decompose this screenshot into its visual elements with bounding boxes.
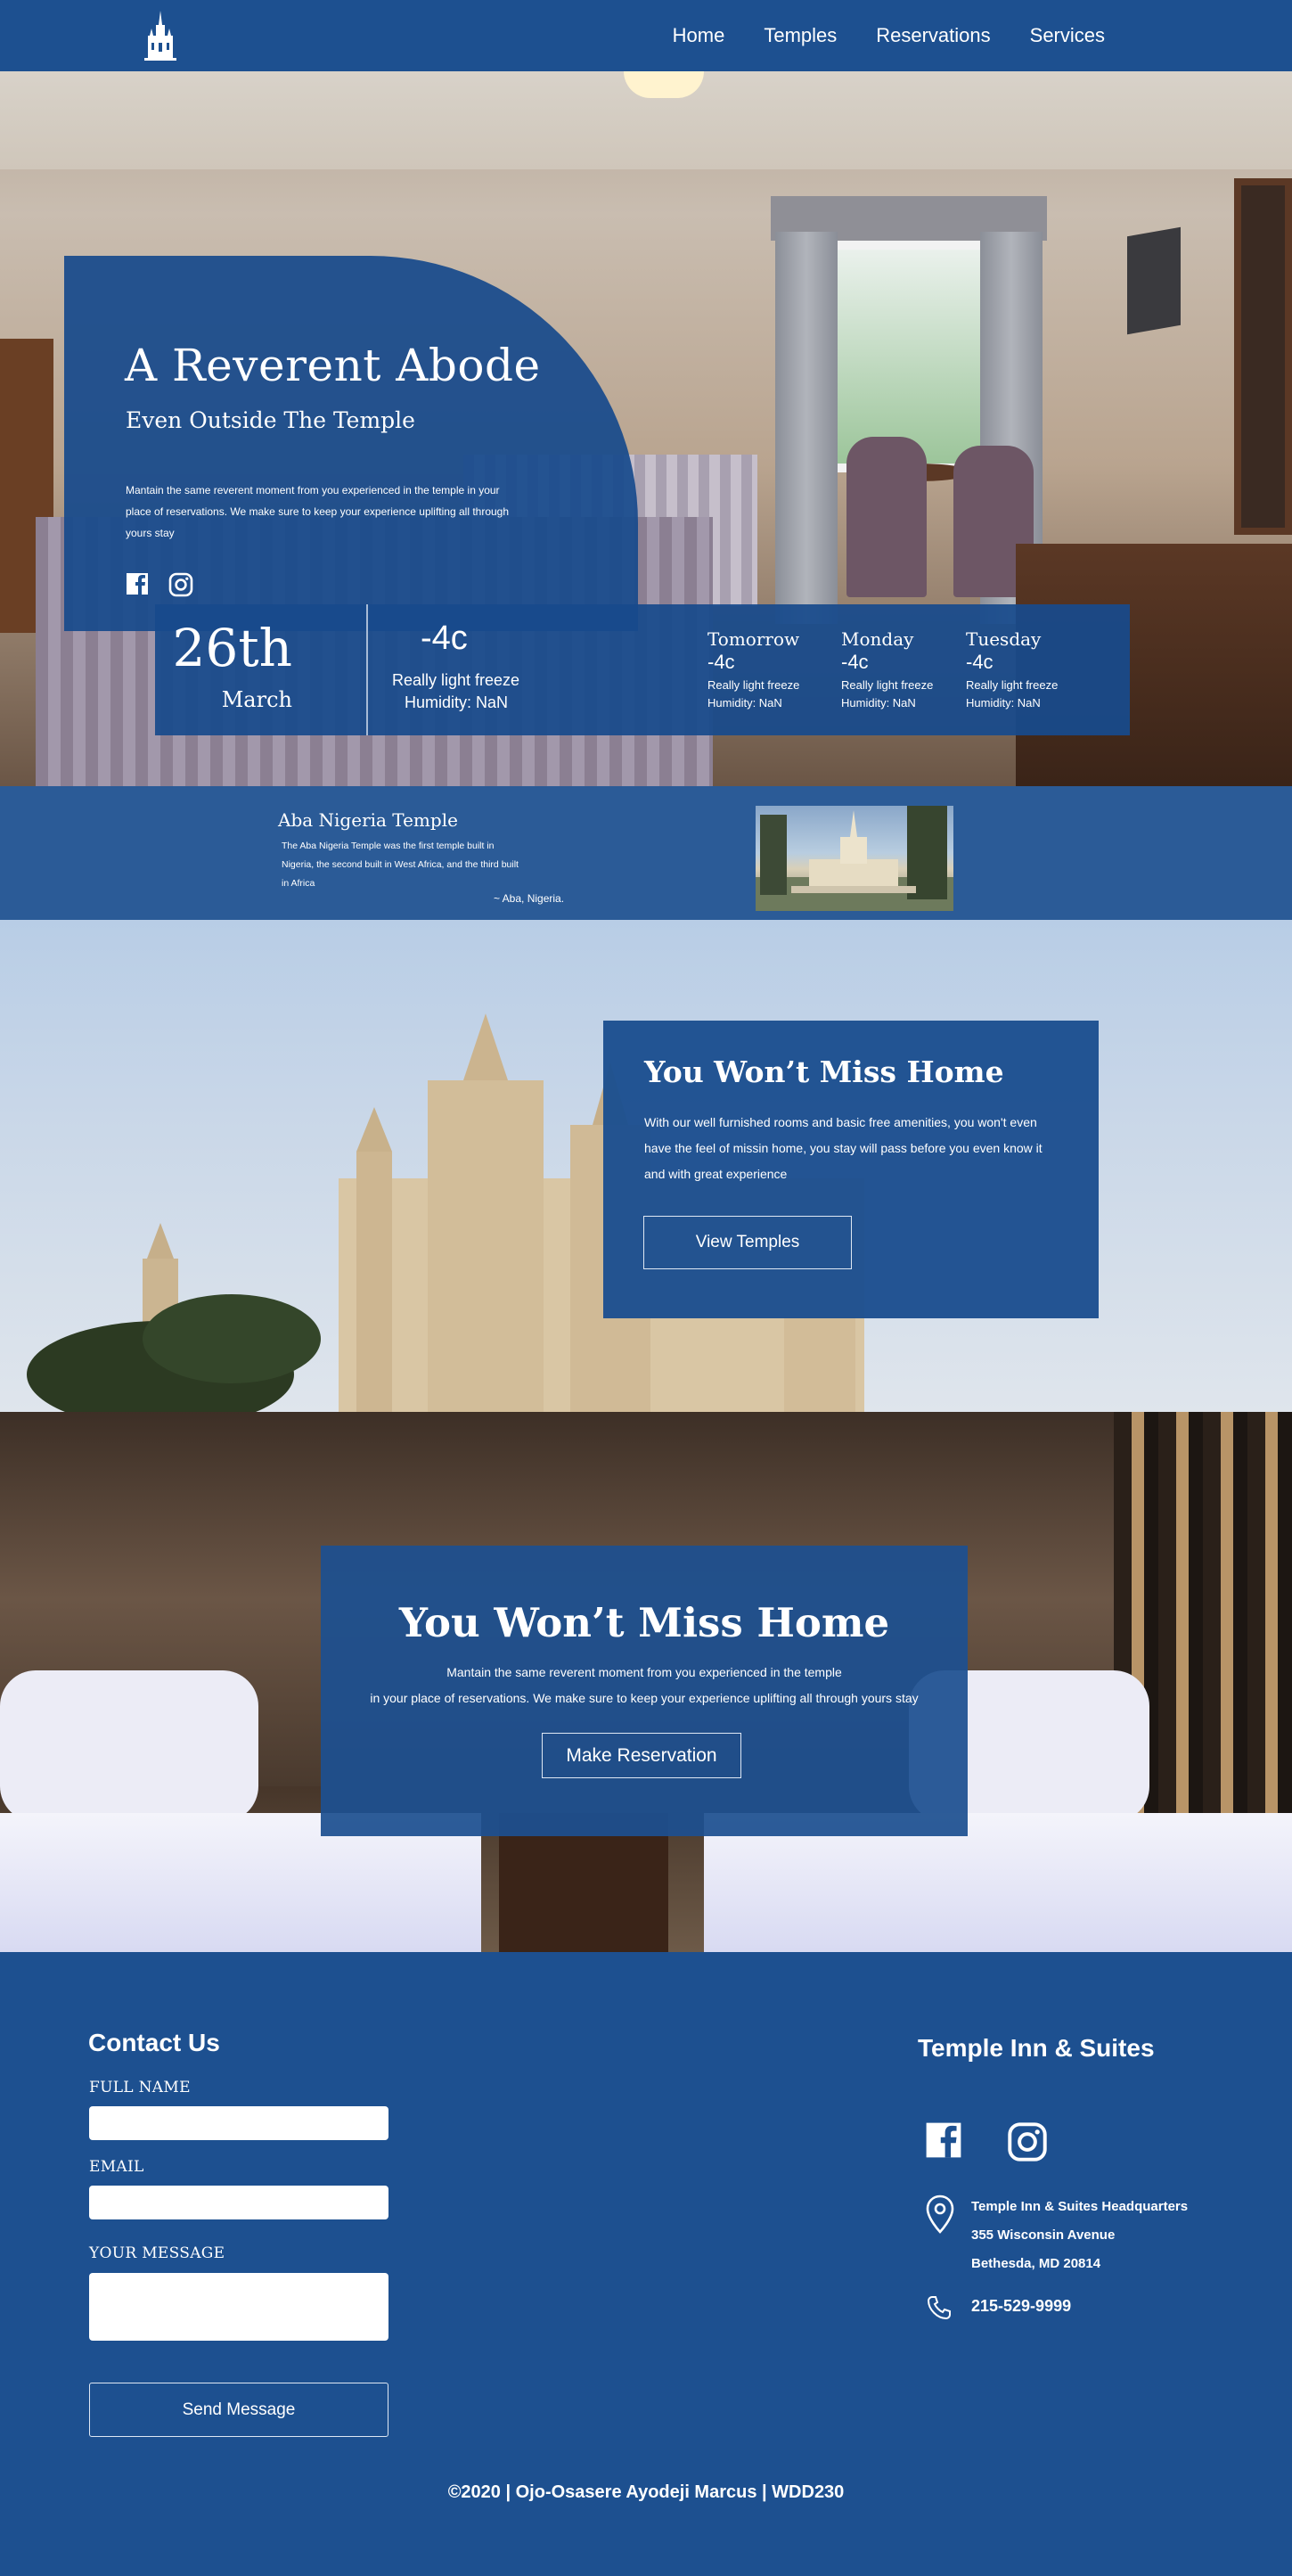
facebook-icon[interactable] <box>126 572 149 595</box>
forecast-temp: -4c <box>707 651 735 673</box>
footer-address: Temple Inn & Suites Headquarters 355 Wis… <box>971 2193 1188 2278</box>
reservation-text-line: in your place of reservations. We make s… <box>370 1691 919 1705</box>
featured-temple-image <box>756 806 953 911</box>
forecast-item: Tomorrow -4c Really light freeze Humidit… <box>707 628 823 710</box>
footer-brand: Temple Inn & Suites <box>918 2034 1155 2062</box>
reservation-card: You Won’t Miss Home Mantain the same rev… <box>321 1546 968 1836</box>
copyright: ©2020 | Ojo-Osasere Ayodeji Marcus | WDD… <box>447 2482 845 2502</box>
address-line: 355 Wisconsin Avenue <box>971 2227 1116 2243</box>
facebook-icon[interactable] <box>925 2121 962 2159</box>
instagram-icon[interactable] <box>168 572 193 597</box>
message-label: YOUR MESSAGE <box>89 2244 225 2262</box>
weather-day: 26th <box>172 618 292 678</box>
hero-text: Mantain the same reverent moment from yo… <box>126 484 510 539</box>
forecast-day: Monday <box>841 628 914 650</box>
reservation-card-text: Mantain the same reverent moment from yo… <box>321 1660 968 1711</box>
reservation-card-title: You Won’t Miss Home <box>398 1599 890 1646</box>
temple-logo-icon[interactable] <box>143 9 178 62</box>
footer-phone[interactable]: 215-529-9999 <box>971 2297 1071 2316</box>
temples-section: You Won’t Miss Home With our well furnis… <box>0 920 1292 1412</box>
reservation-section: You Won’t Miss Home Mantain the same rev… <box>0 1412 1292 1952</box>
featured-temple-text: The Aba Nigeria Temple was the first tem… <box>282 841 519 889</box>
top-navbar: Home Temples Reservations Services <box>0 0 1292 71</box>
address-line: Temple Inn & Suites Headquarters <box>971 2199 1189 2214</box>
forecast-item: Tuesday -4c Really light freeze Humidity… <box>966 628 1082 710</box>
message-textarea[interactable] <box>89 2273 388 2341</box>
weather-current-humidity: Humidity: NaN <box>405 693 509 711</box>
forecast-humidity: Humidity: NaN <box>966 696 1041 710</box>
forecast-humidity: Humidity: NaN <box>841 696 916 710</box>
weather-current-temp: -4c <box>421 619 468 657</box>
reservation-text-line: Mantain the same reverent moment from yo… <box>446 1665 842 1679</box>
weather-month: March <box>221 687 292 712</box>
nav-link-home[interactable]: Home <box>673 24 725 47</box>
forecast-desc: Really light freeze <box>707 678 800 692</box>
instagram-icon[interactable] <box>1007 2121 1048 2162</box>
forecast-item: Monday -4c Really light freeze Humidity:… <box>841 628 957 710</box>
view-temples-button[interactable]: View Temples <box>643 1216 852 1269</box>
temples-card: You Won’t Miss Home With our well furnis… <box>603 1021 1099 1318</box>
nav-link-services[interactable]: Services <box>1030 24 1105 47</box>
forecast-humidity: Humidity: NaN <box>707 696 782 710</box>
hero-card: A Reverent Abode Even Outside The Temple… <box>64 256 638 631</box>
nav-link-temples[interactable]: Temples <box>764 24 837 47</box>
forecast-temp: -4c <box>841 651 869 673</box>
contact-title: Contact Us <box>88 2029 220 2056</box>
email-label: EMAIL <box>89 2158 144 2176</box>
full-name-input[interactable] <box>89 2106 388 2140</box>
weather-panel: 26th March -4c Really light freeze Humid… <box>155 604 1130 735</box>
hero-social-links <box>126 572 193 597</box>
hero-section: A Reverent Abode Even Outside The Temple… <box>0 71 1292 786</box>
featured-temple-strip: Aba Nigeria Temple The Aba Nigeria Templ… <box>0 786 1292 920</box>
temples-card-text: With our well furnished rooms and basic … <box>644 1115 1043 1181</box>
hero-subtitle: Even Outside The Temple <box>126 407 415 433</box>
hero-title: A Reverent Abode <box>125 340 541 391</box>
nav-link-reservations[interactable]: Reservations <box>876 24 990 47</box>
address-line: Bethesda, MD 20814 <box>971 2256 1101 2271</box>
phone-icon <box>927 2296 951 2320</box>
email-input[interactable] <box>89 2186 388 2219</box>
temples-card-title: You Won’t Miss Home <box>644 1054 1004 1089</box>
location-pin-icon <box>926 2195 954 2234</box>
forecast-temp: -4c <box>966 651 994 673</box>
forecast-desc: Really light freeze <box>841 678 934 692</box>
make-reservation-button[interactable]: Make Reservation <box>542 1733 741 1778</box>
featured-temple-location: ~ Aba, Nigeria. <box>494 892 565 905</box>
nav-links: Home Temples Reservations Services <box>673 0 1105 71</box>
forecast-desc: Really light freeze <box>966 678 1059 692</box>
full-name-label: FULL NAME <box>89 2079 191 2096</box>
footer: Contact Us FULL NAME EMAIL YOUR MESSAGE … <box>0 1952 1292 2576</box>
weather-current-desc: Really light freeze <box>392 671 520 689</box>
featured-temple-name: Aba Nigeria Temple <box>278 809 458 831</box>
footer-social-links <box>925 2121 1048 2162</box>
send-message-button[interactable]: Send Message <box>89 2383 388 2437</box>
forecast-day: Tuesday <box>966 628 1042 650</box>
weather-divider <box>366 604 368 735</box>
forecast-day: Tomorrow <box>707 628 800 650</box>
